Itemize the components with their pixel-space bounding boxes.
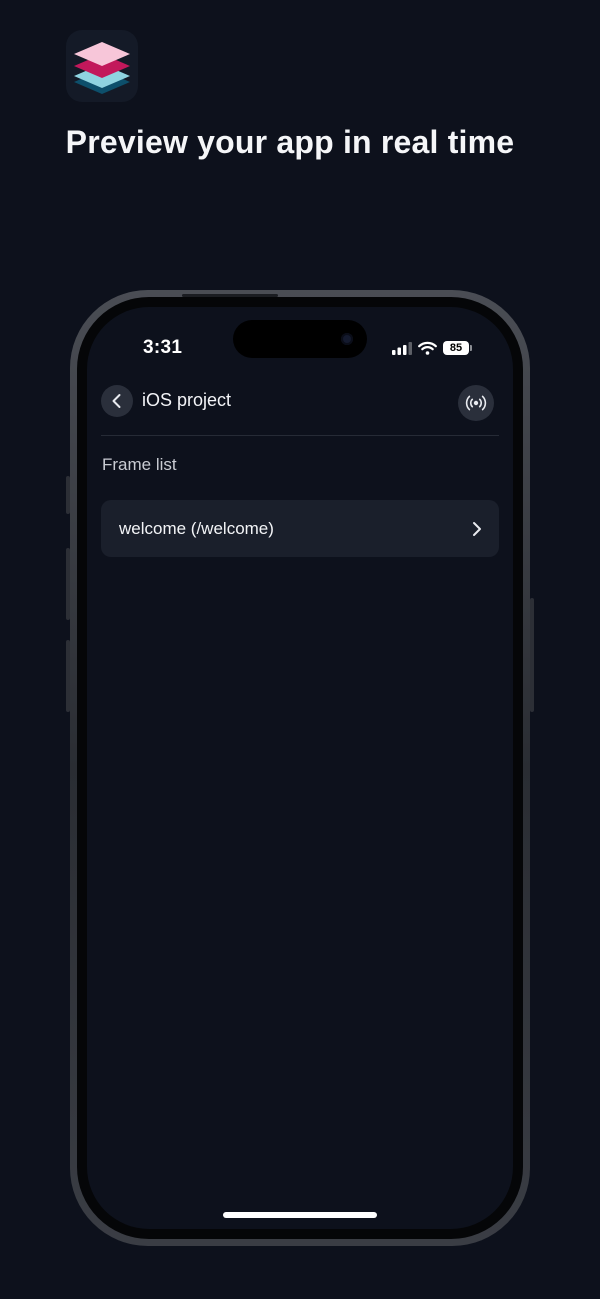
app-logo	[66, 30, 138, 102]
back-button[interactable]	[101, 385, 133, 417]
phone-frame: 3:31 85 iOS project Frame list welcome (…	[70, 290, 530, 1246]
status-time: 3:31	[143, 337, 183, 358]
section-label-frame-list: Frame list	[102, 455, 177, 474]
camera-icon	[341, 333, 353, 345]
header-divider	[101, 435, 499, 436]
chevron-right-icon	[473, 521, 481, 536]
frame-list-item-welcome[interactable]: welcome (/welcome)	[101, 500, 499, 557]
battery-icon: 85	[443, 341, 472, 355]
live-preview-button[interactable]	[458, 385, 494, 421]
project-title: iOS project	[142, 390, 232, 410]
signal-icon	[392, 341, 412, 355]
chevron-left-icon	[112, 394, 121, 408]
antenna-band	[182, 294, 278, 297]
headline: Preview your app in real time	[65, 124, 515, 160]
battery-level: 85	[449, 342, 463, 354]
power-button	[530, 598, 534, 712]
phone-screen: 3:31 85 iOS project Frame list welcome (…	[87, 307, 513, 1229]
dynamic-island	[233, 320, 367, 358]
layers-stack-icon	[74, 42, 130, 94]
status-icons: 85	[392, 341, 472, 355]
frame-item-label: welcome (/welcome)	[119, 518, 274, 538]
home-indicator[interactable]	[223, 1212, 377, 1218]
broadcast-icon	[465, 395, 487, 411]
wifi-icon	[418, 341, 437, 355]
